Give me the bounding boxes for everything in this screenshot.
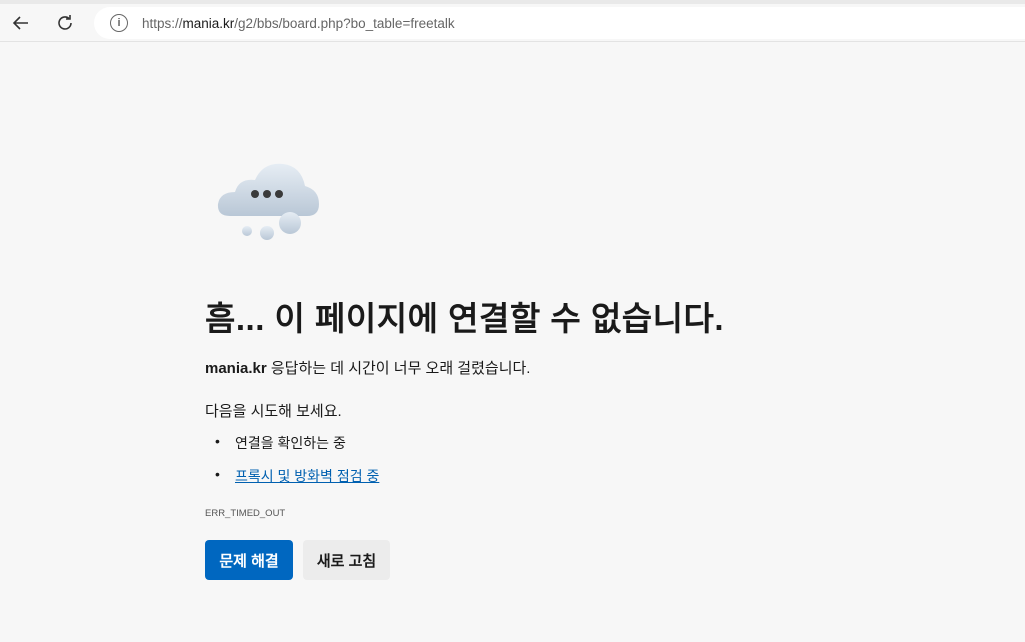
refresh-page-button[interactable]: 새로 고침 (303, 540, 390, 580)
troubleshoot-button[interactable]: 문제 해결 (205, 540, 293, 580)
address-bar[interactable]: i https://mania.kr/g2/bbs/board.php?bo_t… (94, 7, 1025, 39)
cloud-icon (217, 163, 319, 240)
proxy-firewall-link[interactable]: 프록시 및 방화벽 점검 중 (235, 466, 379, 499)
refresh-icon (58, 15, 72, 30)
list-item: • 프록시 및 방화벽 점검 중 (215, 466, 379, 499)
suggestions-heading: 다음을 시도해 보세요. (205, 403, 342, 420)
browser-toolbar: i https://mania.kr/g2/bbs/board.php?bo_t… (0, 4, 1025, 42)
suggestions-list: • 연결을 확인하는 중 • 프록시 및 방화벽 점검 중 (215, 433, 379, 499)
error-title: 흠... 이 페이지에 연결할 수 없습니다. (205, 300, 725, 337)
error-message: mania.kr 응답하는 데 시간이 너무 오래 걸렸습니다. (205, 360, 531, 377)
back-arrow-icon (12, 16, 28, 30)
list-item: • 연결을 확인하는 중 (215, 433, 346, 451)
info-icon[interactable]: i (110, 14, 128, 32)
back-button[interactable] (5, 7, 37, 39)
url-text[interactable]: https://mania.kr/g2/bbs/board.php?bo_tab… (142, 16, 455, 31)
error-code: ERR_TIMED_OUT (205, 508, 286, 519)
refresh-button[interactable] (49, 7, 81, 39)
